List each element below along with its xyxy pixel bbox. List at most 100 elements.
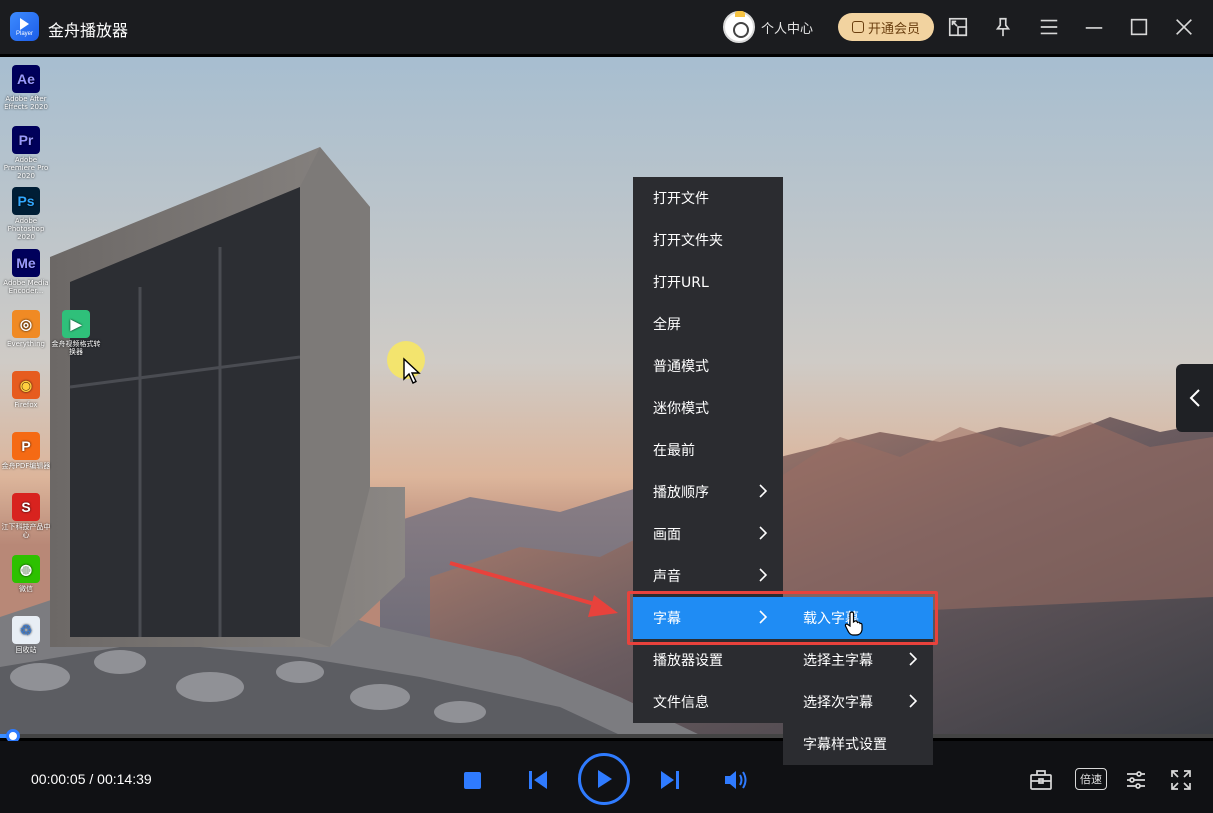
submenu-item-label: 选择主字幕 — [803, 653, 873, 669]
progress-bar[interactable] — [0, 734, 1213, 738]
desktop-icon[interactable]: P 金舟PDF编辑器 — [0, 432, 52, 470]
menu-item-label: 打开文件 — [653, 191, 709, 207]
speed-button[interactable]: 倍速 — [1075, 768, 1107, 790]
desktop-icon-label: Adobe After Effects 2020 — [4, 95, 48, 111]
desktop-icon[interactable]: ◉ Firefox — [0, 371, 52, 409]
menu-item[interactable]: 打开URL — [633, 261, 783, 303]
recycle-bin-icon: ♲ — [12, 616, 40, 644]
desktop-icon-label: 金舟视频格式转换器 — [51, 340, 101, 356]
playlist-toggle[interactable] — [1176, 364, 1213, 432]
menu-item[interactable]: 打开文件 — [633, 177, 783, 219]
vip-label: 开通会员 — [867, 21, 920, 37]
desktop-icon-label: Adobe Photoshop 2020 — [7, 217, 45, 241]
desktop-icon-label: 微信 — [19, 585, 33, 593]
menu-item-label: 打开URL — [653, 275, 709, 291]
menu-item-label: 迷你模式 — [653, 401, 709, 417]
desktop-icon-label: Adobe Media Encoder... — [3, 279, 49, 295]
mouse-pointer-icon — [403, 357, 421, 384]
menu-item-label: 打开文件夹 — [653, 233, 723, 249]
minimize-icon[interactable] — [1082, 15, 1106, 39]
menu-item[interactable]: 文件信息 — [633, 681, 783, 723]
hand-pointer-icon — [844, 611, 863, 636]
menu-item[interactable]: 普通模式 — [633, 345, 783, 387]
video-viewport[interactable]: Ae Adobe After Effects 2020 Pr Adobe Pre… — [0, 57, 1213, 735]
menu-item[interactable]: 播放器设置 — [633, 639, 783, 681]
menu-item-label: 文件信息 — [653, 695, 709, 711]
menu-icon[interactable] — [1037, 15, 1061, 39]
title-bar: Player 金舟播放器 个人中心 开通会员 — [0, 0, 1213, 54]
pdf-editor-icon: P — [12, 432, 40, 460]
vip-button[interactable]: 开通会员 — [838, 13, 934, 41]
menu-item[interactable]: 迷你模式 — [633, 387, 783, 429]
menu-item[interactable]: 声音 — [633, 555, 783, 597]
app-title: 金舟播放器 — [48, 21, 129, 40]
menu-item[interactable]: 字幕 — [633, 597, 783, 639]
premiere-icon: Pr — [12, 126, 40, 154]
menu-item-label: 播放器设置 — [653, 653, 723, 669]
user-center-button[interactable]: 个人中心 — [723, 11, 813, 43]
menu-item[interactable]: 播放顺序 — [633, 471, 783, 513]
everything-icon: ◎ — [12, 310, 40, 338]
desktop-icon[interactable]: ♲ 回收站 — [0, 616, 52, 654]
desktop-icon[interactable]: ▶ 金舟视频格式转换器 — [50, 310, 102, 356]
video-frame-image — [0, 57, 1213, 735]
desktop-icon-label: 金舟PDF编辑器 — [1, 462, 51, 470]
toolbox-button[interactable] — [1027, 767, 1055, 793]
video-converter-icon: ▶ — [62, 310, 90, 338]
wechat-icon: ◍ — [12, 555, 40, 583]
chevron-right-icon — [759, 568, 768, 582]
submenu-item-label: 字幕样式设置 — [803, 737, 887, 753]
submenu-item[interactable]: 选择主字幕 — [783, 639, 933, 681]
menu-item-label: 全屏 — [653, 317, 681, 333]
next-button[interactable] — [658, 768, 682, 792]
toolbox-icon — [1030, 770, 1052, 790]
stop-icon — [463, 771, 481, 789]
menu-item-label: 播放顺序 — [653, 485, 709, 501]
previous-button[interactable] — [526, 768, 550, 792]
play-icon — [598, 770, 612, 788]
menu-item[interactable]: 在最前 — [633, 429, 783, 471]
menu-item[interactable]: 画面 — [633, 513, 783, 555]
menu-item-label: 画面 — [653, 527, 681, 543]
menu-item-label: 普通模式 — [653, 359, 709, 375]
fullscreen-button[interactable] — [1167, 767, 1195, 793]
time-display: 00:00:05 / 00:14:39 — [31, 771, 152, 787]
skip-previous-icon — [529, 771, 547, 789]
chevron-right-icon — [759, 484, 768, 498]
desktop-icon[interactable]: ◎ Everything — [0, 310, 52, 348]
chevron-right-icon — [909, 694, 918, 708]
settings-button[interactable] — [1122, 767, 1150, 793]
skip-next-icon — [661, 771, 679, 789]
desktop-icon-label: 江下科技产品中心 — [1, 523, 51, 539]
pin-icon[interactable] — [991, 15, 1015, 39]
menu-item[interactable]: 全屏 — [633, 303, 783, 345]
menu-item[interactable]: 打开文件夹 — [633, 219, 783, 261]
close-icon[interactable] — [1172, 15, 1196, 39]
submenu-item[interactable]: 选择次字幕 — [783, 681, 933, 723]
volume-icon — [725, 771, 747, 789]
desktop-icon[interactable]: Ae Adobe After Effects 2020 — [0, 65, 52, 111]
maximize-icon[interactable] — [1127, 15, 1151, 39]
desktop-icon[interactable]: Ps Adobe Photoshop 2020 — [0, 187, 52, 241]
thumbs-up-icon — [851, 21, 864, 33]
desktop-icon[interactable]: Me Adobe Media Encoder... — [0, 249, 52, 295]
desktop-icon[interactable]: ◍ 微信 — [0, 555, 52, 593]
desktop-icon[interactable]: Pr Adobe Premiere Pro 2020 — [0, 126, 52, 180]
volume-button[interactable] — [723, 768, 749, 792]
picture-in-picture-icon[interactable] — [946, 15, 970, 39]
desktop-icon-label: Firefox — [14, 401, 38, 409]
avatar[interactable] — [723, 11, 755, 43]
chevron-right-icon — [909, 652, 918, 666]
product-center-icon: S — [12, 493, 40, 521]
stop-button[interactable] — [462, 770, 482, 790]
submenu-item-label: 选择次字幕 — [803, 695, 873, 711]
media-encoder-icon: Me — [12, 249, 40, 277]
play-button[interactable] — [578, 753, 630, 805]
after-effects-icon: Ae — [12, 65, 40, 93]
desktop-icon[interactable]: S 江下科技产品中心 — [0, 493, 52, 539]
red-arrow-icon — [449, 561, 618, 617]
submenu-item[interactable]: 字幕样式设置 — [783, 723, 933, 765]
user-center-label: 个人中心 — [761, 21, 814, 37]
chevron-right-icon — [759, 610, 768, 624]
control-bar: 00:00:05 / 00:14:39 倍速 — [0, 741, 1213, 813]
